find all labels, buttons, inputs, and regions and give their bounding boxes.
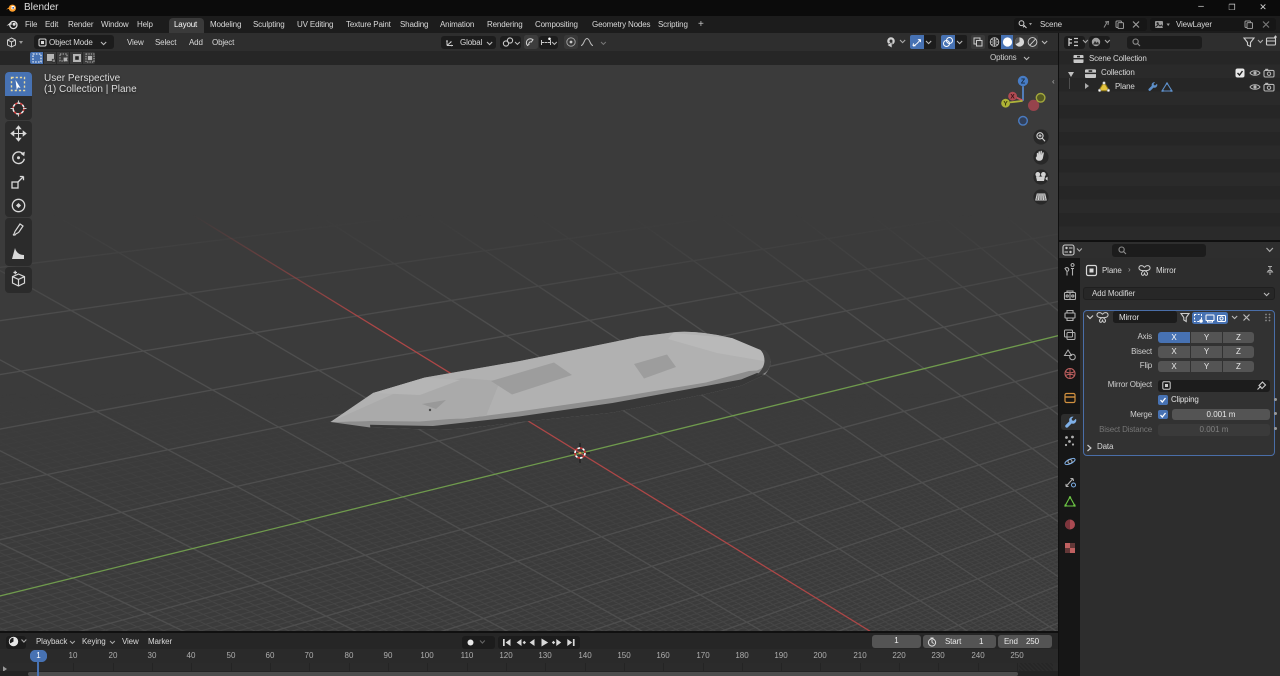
svg-text:Y: Y (1003, 101, 1008, 108)
svg-text:‹: ‹ (1052, 77, 1055, 86)
svg-text:X: X (1010, 94, 1015, 101)
svg-text:Z: Z (1021, 79, 1026, 86)
